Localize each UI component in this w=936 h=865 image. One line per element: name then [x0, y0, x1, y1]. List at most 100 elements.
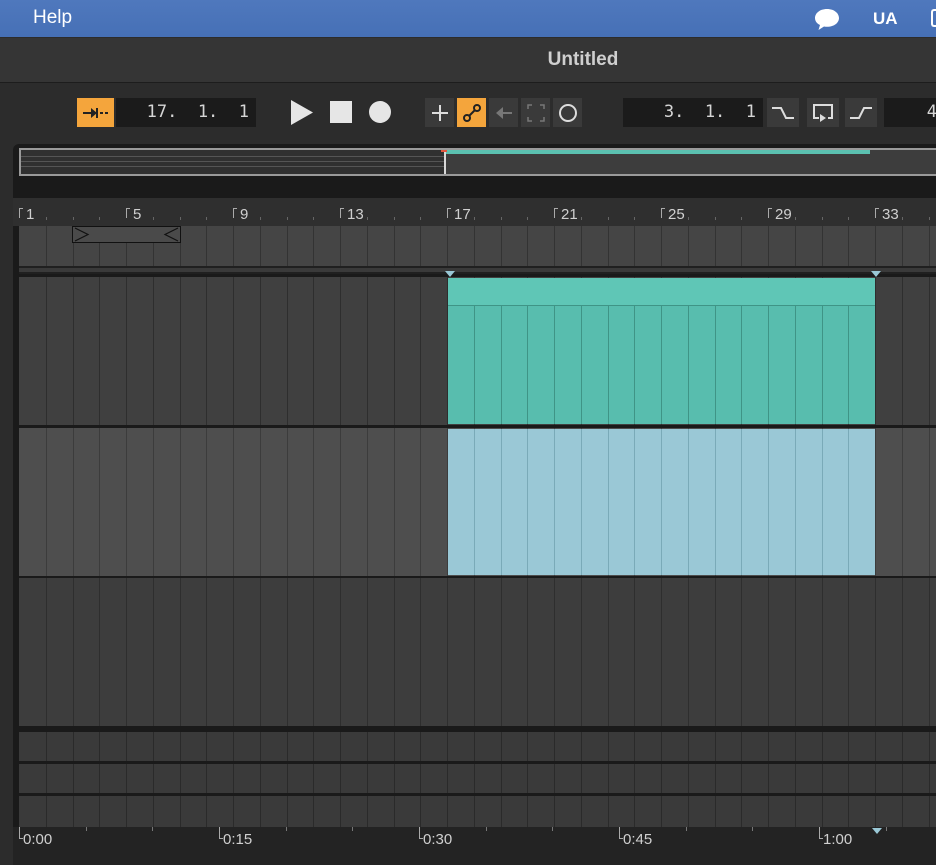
grid-line — [393, 277, 395, 425]
grid-line — [661, 226, 662, 266]
window-edge-icon[interactable] — [931, 9, 936, 27]
grid-line — [794, 732, 796, 761]
beat-time-ruler[interactable]: 1 5 9 13 17 21 25 29 33 — [13, 198, 936, 226]
return-lane-1[interactable] — [19, 732, 936, 761]
grid-line — [821, 578, 823, 726]
clip-grid-line — [527, 306, 529, 424]
grid-line — [661, 578, 662, 726]
grid-line — [420, 732, 422, 761]
locator-arrows-icon — [74, 227, 179, 242]
loop-start-position[interactable]: 3. 1. 1 — [623, 98, 763, 127]
grid-line — [233, 578, 234, 726]
re-enable-automation-button[interactable] — [489, 98, 518, 127]
clip-grid-line — [607, 429, 609, 575]
track-lane-3[interactable] — [19, 578, 936, 726]
grid-line — [580, 796, 582, 827]
grid-line — [420, 277, 422, 425]
grid-line — [206, 277, 208, 425]
punch-out-button[interactable] — [845, 98, 877, 127]
grid-line — [741, 764, 743, 793]
grid-line — [527, 796, 529, 827]
grid-line — [554, 578, 555, 726]
stop-icon[interactable] — [329, 100, 353, 124]
ruler-tick — [447, 208, 451, 218]
loop-circle-icon — [558, 103, 577, 122]
clip-grid-line — [848, 429, 850, 575]
ruler-minor-tick — [473, 217, 475, 220]
overview-line — [21, 166, 444, 167]
grid-line — [875, 428, 876, 576]
grid-line — [313, 277, 315, 425]
grid-line — [45, 732, 47, 761]
time-ruler-minor-tick — [152, 827, 154, 831]
grid-line — [634, 764, 636, 793]
grid-line — [848, 732, 850, 761]
arrangement-position[interactable]: 17. 1. 1 — [116, 98, 256, 127]
overview-loop-bar — [446, 150, 870, 154]
ruler-minor-tick — [901, 217, 903, 220]
play-icon[interactable] — [289, 99, 314, 126]
grid-line — [473, 796, 475, 827]
grid-line — [366, 764, 368, 793]
grid-line — [393, 578, 395, 726]
grid-line — [340, 428, 341, 576]
ruler-minor-tick — [527, 217, 529, 220]
clip-grid-line — [661, 429, 662, 575]
session-record-button[interactable] — [553, 98, 582, 127]
chat-bubble-icon[interactable] — [813, 6, 841, 32]
master-lane[interactable] — [19, 796, 936, 827]
menu-help[interactable]: Help — [33, 7, 72, 29]
time-ruler-minor-tick — [352, 827, 354, 831]
user-initials[interactable]: UA — [873, 9, 898, 29]
automation-mode-button[interactable] — [457, 98, 486, 127]
punch-in-button[interactable] — [767, 98, 799, 127]
grid-line — [875, 796, 876, 827]
grid-line — [661, 764, 662, 793]
ruler-minor-tick — [714, 217, 716, 220]
follow-button[interactable] — [77, 98, 114, 127]
ruler-minor-tick — [179, 217, 181, 220]
menu-bar: Help UA — [0, 0, 936, 37]
grid-line — [500, 796, 502, 827]
grid-line — [99, 732, 101, 761]
clip-title-bar[interactable] — [448, 278, 875, 306]
grid-line — [45, 764, 47, 793]
add-button[interactable] — [425, 98, 454, 127]
loop-end-marker[interactable] — [871, 271, 881, 277]
seconds-time-ruler[interactable]: 0:00 0:15 0:30 0:45 1:00 — [13, 827, 936, 865]
clip-grid-line — [607, 306, 609, 424]
record-icon[interactable] — [368, 100, 392, 124]
ruler-minor-tick — [607, 217, 609, 220]
grid-line — [875, 732, 876, 761]
grid-line — [286, 428, 288, 576]
midi-clip-teal[interactable] — [448, 278, 875, 424]
loop-length-position[interactable]: 4 — [884, 98, 936, 127]
ruler-minor-tick — [72, 217, 74, 220]
loop-start-marker[interactable] — [445, 271, 455, 277]
grid-line — [848, 578, 850, 726]
arrangement-overview[interactable] — [19, 148, 936, 176]
clip-grid-line — [473, 306, 475, 424]
grid-line — [126, 578, 127, 726]
clip-grid-line — [848, 306, 850, 424]
grid-line — [634, 796, 636, 827]
ruler-tick — [661, 208, 665, 218]
clip-grid-line — [794, 306, 796, 424]
audio-clip-light-blue[interactable] — [448, 429, 875, 575]
time-ruler-label: 0:45 — [623, 831, 653, 848]
grid-line — [233, 226, 234, 266]
grid-line — [901, 764, 903, 793]
grid-line — [340, 732, 341, 761]
overview-visible-region — [21, 150, 444, 174]
grid-line — [794, 764, 796, 793]
grid-line — [72, 732, 74, 761]
locator-marker[interactable] — [72, 226, 181, 243]
ruler-minor-tick — [500, 217, 502, 220]
capture-button[interactable] — [521, 98, 550, 127]
punch-out-icon — [850, 106, 872, 119]
grid-line — [768, 226, 769, 266]
lane-divider — [19, 268, 936, 272]
grid-line — [340, 578, 341, 726]
loop-button[interactable] — [807, 98, 839, 127]
return-lane-2[interactable] — [19, 764, 936, 793]
